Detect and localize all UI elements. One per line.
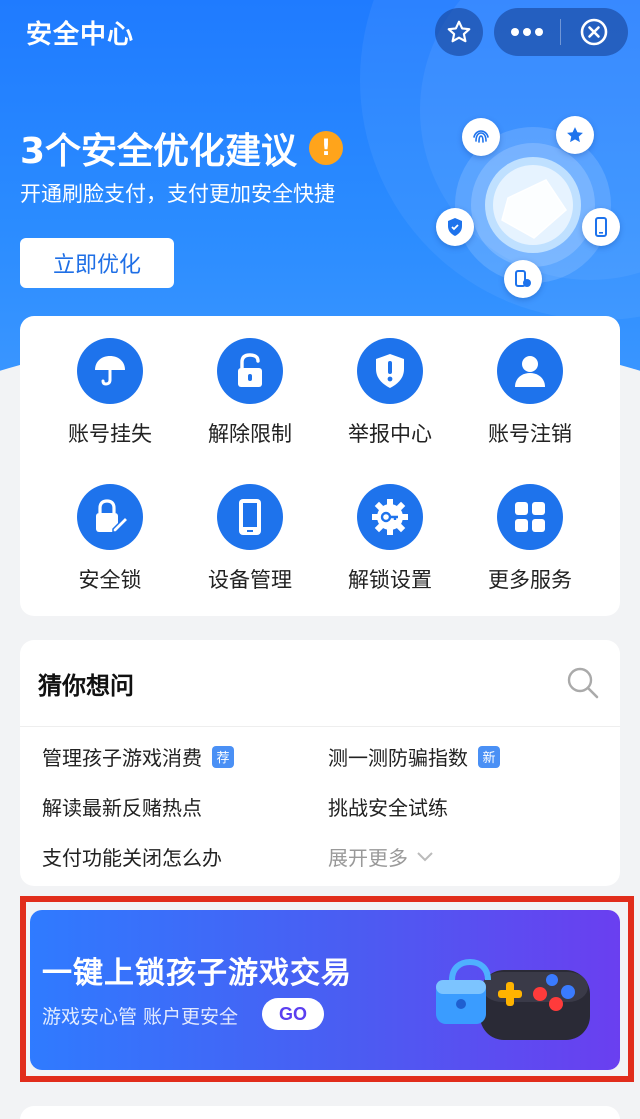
close-circle-icon	[580, 18, 608, 46]
mobile-device-icon	[217, 484, 283, 550]
expand-more-label: 展开更多	[328, 846, 408, 870]
search-icon	[567, 667, 599, 699]
services-grid: 账号挂失 解除限制 举报中心 账号注销 安全锁 设备管理 解锁设置 更多服务	[20, 316, 620, 616]
faq-item[interactable]: 测一测防骗指数 新	[328, 742, 500, 771]
faq-item[interactable]: 支付功能关闭怎么办	[42, 842, 222, 871]
service-label: 账号挂失	[68, 422, 152, 446]
shield-check-icon	[436, 208, 474, 246]
security-shield-illustration	[436, 110, 626, 300]
service-more[interactable]: 更多服务	[455, 484, 605, 594]
faq-item[interactable]: 挑战安全试练	[328, 792, 448, 821]
shield-alert-icon	[357, 338, 423, 404]
headline-text: 3个安全优化建议	[20, 131, 298, 172]
service-account-loss[interactable]: 账号挂失	[35, 338, 185, 448]
favorite-button[interactable]	[435, 8, 483, 56]
phone-lock-icon	[504, 260, 542, 298]
grid-apps-icon	[497, 484, 563, 550]
expand-more-button[interactable]: 展开更多	[328, 842, 434, 871]
service-remove-restriction[interactable]: 解除限制	[175, 338, 325, 448]
service-label: 解锁设置	[348, 568, 432, 592]
security-suggestion-headline: 3个安全优化建议 !	[20, 122, 344, 174]
lock-gamepad-icon	[430, 950, 600, 1050]
service-label: 举报中心	[348, 422, 432, 446]
chevron-down-icon	[417, 851, 433, 861]
service-label: 解除限制	[208, 422, 292, 446]
page-title: 安全中心	[26, 20, 135, 50]
faq-divider	[20, 726, 620, 727]
faq-item-text: 挑战安全试练	[328, 796, 448, 820]
close-button[interactable]	[561, 8, 627, 56]
service-report-center[interactable]: 举报中心	[315, 338, 465, 448]
more-button[interactable]	[494, 8, 560, 56]
next-card-edge	[20, 1106, 620, 1119]
banner-title: 一键上锁孩子游戏交易	[42, 956, 352, 991]
go-button[interactable]: GO	[262, 998, 324, 1030]
faq-title: 猜你想问	[38, 672, 134, 700]
service-unlock-settings[interactable]: 解锁设置	[315, 484, 465, 594]
star-outline-icon	[447, 20, 471, 43]
recommend-tag: 荐	[212, 745, 234, 768]
game-lock-banner[interactable]: 一键上锁孩子游戏交易 游戏安心管 账户更安全 GO	[30, 910, 620, 1070]
faq-item-text: 测一测防骗指数	[328, 746, 468, 770]
optimize-now-button[interactable]: 立即优化	[20, 238, 174, 288]
faq-item-text: 解读最新反赌热点	[42, 796, 202, 820]
more-dots-icon	[511, 28, 543, 36]
lock-edit-icon	[77, 484, 143, 550]
faq-item[interactable]: 管理孩子游戏消费 荐	[42, 742, 234, 771]
user-icon	[497, 338, 563, 404]
service-label: 更多服务	[488, 568, 572, 592]
faq-item-text: 支付功能关闭怎么办	[42, 846, 222, 870]
unlock-icon	[217, 338, 283, 404]
fingerprint-icon	[462, 118, 500, 156]
faq-card: 猜你想问 管理孩子游戏消费 荐 测一测防骗指数 新 解读最新反赌热点 挑战安全试…	[20, 640, 620, 886]
faq-item[interactable]: 解读最新反赌热点	[42, 792, 202, 821]
service-label: 安全锁	[78, 568, 142, 592]
service-account-cancel[interactable]: 账号注销	[455, 338, 605, 448]
service-label: 设备管理	[208, 568, 292, 592]
star-icon	[556, 116, 594, 154]
new-tag: 新	[478, 745, 500, 768]
gear-key-icon	[357, 484, 423, 550]
mini-program-capsule	[494, 8, 628, 56]
phone-icon	[582, 208, 620, 246]
search-button[interactable]	[566, 666, 600, 704]
service-label: 账号注销	[488, 422, 572, 446]
service-device-management[interactable]: 设备管理	[175, 484, 325, 594]
hero-subline: 开通刷脸支付，支付更加安全快捷	[20, 182, 335, 206]
service-security-lock[interactable]: 安全锁	[35, 484, 185, 594]
umbrella-icon	[77, 338, 143, 404]
warning-icon: !	[309, 131, 344, 165]
banner-subtitle: 游戏安心管 账户更安全	[42, 1006, 239, 1028]
faq-item-text: 管理孩子游戏消费	[42, 746, 202, 770]
